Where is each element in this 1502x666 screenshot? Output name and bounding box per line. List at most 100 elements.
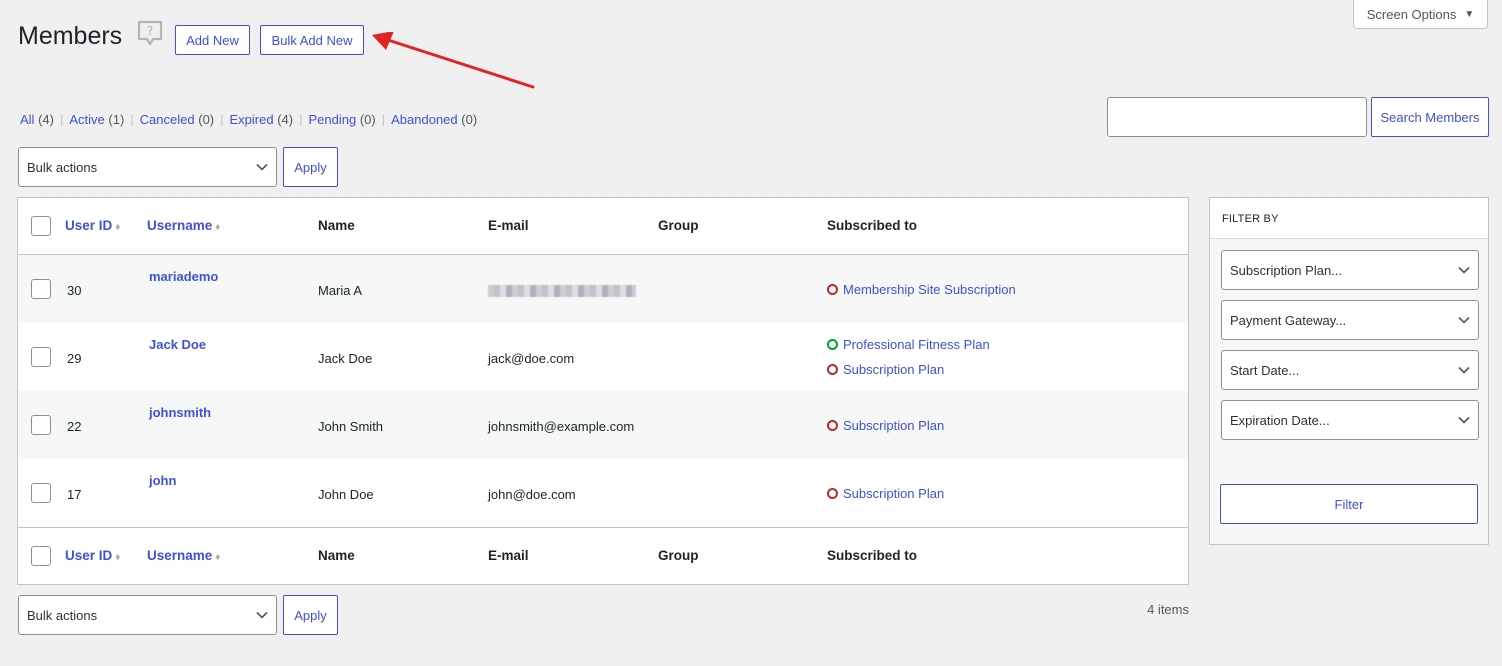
- view-link[interactable]: Abandoned: [391, 112, 458, 127]
- filter-select-start-date[interactable]: Start Date...: [1221, 350, 1479, 390]
- column-subscribed-to: Subscribed to: [827, 548, 918, 563]
- user-id: 22: [67, 419, 82, 434]
- status-expired-icon: [827, 364, 838, 375]
- search-input[interactable]: [1107, 97, 1367, 137]
- apply-button[interactable]: Apply: [283, 147, 338, 187]
- filter-select-value: Expiration Date...: [1230, 412, 1330, 428]
- filter-select-expiration-date[interactable]: Expiration Date...: [1221, 400, 1479, 440]
- row-checkbox[interactable]: [31, 483, 51, 503]
- user-id: 17: [67, 487, 82, 502]
- caret-down-icon: ▼: [1464, 8, 1475, 20]
- subscription-plan: Subscription Plan: [843, 418, 945, 433]
- annotation-arrow: [372, 32, 535, 89]
- status-views: All (4) | Active (1) | Canceled (0) | Expired …: [20, 112, 477, 127]
- view-link[interactable]: All: [20, 112, 34, 127]
- row-checkbox[interactable]: [31, 279, 51, 299]
- status-expired-icon: [827, 420, 838, 431]
- view-pending[interactable]: Pending (0): [309, 112, 376, 127]
- subscription-link[interactable]: Subscription Plan: [827, 362, 944, 377]
- column-user-id[interactable]: User ID ♦: [65, 218, 120, 233]
- subscription-plan: Subscription Plan: [843, 486, 945, 501]
- view-expired[interactable]: Expired (4): [230, 112, 294, 127]
- username-link[interactable]: john: [149, 473, 176, 488]
- page-title: Members: [18, 22, 123, 50]
- sort-icon: ♦: [215, 552, 221, 563]
- column-group: Group: [658, 548, 699, 563]
- column-email: E-mail: [488, 548, 529, 563]
- bulk-actions-select-bottom[interactable]: Bulk actions: [18, 595, 277, 635]
- apply-button-bottom[interactable]: Apply: [283, 595, 338, 635]
- table-row: 22 johnsmith John Smith johnsmith@example.c…: [18, 391, 1188, 459]
- chevron-down-icon: [1458, 316, 1470, 324]
- view-abandoned[interactable]: Abandoned (0): [391, 112, 477, 127]
- view-active[interactable]: Active (1): [69, 112, 124, 127]
- filter-title: FILTER BY: [1210, 198, 1488, 239]
- column-user-id[interactable]: User ID ♦: [65, 548, 120, 563]
- view-count: (4): [277, 112, 294, 127]
- sort-icon: ♦: [115, 222, 121, 233]
- subscription-plan: Subscription Plan: [843, 362, 945, 377]
- column-name: Name: [318, 548, 355, 563]
- bulk-actions-select[interactable]: Bulk actions: [18, 147, 277, 187]
- subscription-link[interactable]: Subscription Plan: [827, 418, 944, 433]
- view-link[interactable]: Expired: [230, 112, 274, 127]
- table-row: 17 john John Doe john@doe.com Subscription …: [18, 459, 1188, 527]
- view-canceled[interactable]: Canceled (0): [140, 112, 214, 127]
- table-header: User ID ♦ Username ♦ Name E-mail Group Sub…: [18, 198, 1188, 255]
- subscription-plan: Membership Site Subscription: [843, 282, 1016, 297]
- sort-icon: ♦: [215, 222, 221, 233]
- column-username[interactable]: Username ♦: [147, 548, 220, 563]
- status-active-icon: [827, 339, 838, 350]
- filter-select-value: Payment Gateway...: [1230, 312, 1347, 328]
- row-checkbox[interactable]: [31, 347, 51, 367]
- svg-text:?: ?: [147, 24, 153, 38]
- username-link[interactable]: johnsmith: [149, 405, 211, 420]
- column-subscribed-to: Subscribed to: [827, 218, 918, 233]
- view-link[interactable]: Pending: [309, 112, 357, 127]
- subscription-plan: Professional Fitness Plan: [843, 337, 990, 352]
- screen-options-button[interactable]: Screen Options ▼: [1353, 0, 1488, 29]
- chevron-down-icon: [1458, 366, 1470, 374]
- view-count: (4): [38, 112, 54, 127]
- filter-select-value: Start Date...: [1230, 362, 1300, 378]
- column-username[interactable]: Username ♦: [147, 218, 220, 233]
- username-link[interactable]: mariademo: [149, 269, 218, 284]
- column-user-id-label: User ID: [65, 218, 113, 233]
- help-icon[interactable]: ?: [137, 20, 163, 48]
- select-all-checkbox[interactable]: [31, 216, 51, 236]
- row-checkbox[interactable]: [31, 415, 51, 435]
- view-separator: |: [220, 112, 224, 127]
- subscription-link[interactable]: Subscription Plan: [827, 486, 944, 501]
- user-id: 30: [67, 283, 82, 298]
- view-link[interactable]: Active: [69, 112, 104, 127]
- status-expired-icon: [827, 488, 838, 499]
- bulk-actions-value: Bulk actions: [27, 159, 98, 175]
- filter-select-subscription-plan[interactable]: Subscription Plan...: [1221, 250, 1479, 290]
- search-members-button[interactable]: Search Members: [1371, 97, 1489, 137]
- column-email: E-mail: [488, 218, 529, 233]
- column-username-label: Username: [147, 218, 213, 233]
- view-separator: |: [130, 112, 134, 127]
- select-all-checkbox[interactable]: [31, 546, 51, 566]
- table-row: 30 mariademo Maria A Membership Site Subsc…: [18, 255, 1188, 323]
- view-link[interactable]: Canceled: [140, 112, 195, 127]
- username-link[interactable]: Jack Doe: [149, 337, 206, 352]
- filter-button[interactable]: Filter: [1220, 484, 1478, 524]
- filter-select-payment-gateway[interactable]: Payment Gateway...: [1221, 300, 1479, 340]
- view-count: (0): [461, 112, 478, 127]
- chevron-down-icon: [256, 163, 268, 171]
- chevron-down-icon: [1458, 266, 1470, 274]
- add-new-button[interactable]: Add New: [175, 25, 250, 55]
- subscription-link[interactable]: Professional Fitness Plan: [827, 337, 990, 352]
- view-count: (0): [198, 112, 215, 127]
- bulk-add-new-button[interactable]: Bulk Add New: [260, 25, 364, 55]
- column-name: Name: [318, 218, 355, 233]
- view-separator: |: [381, 112, 386, 127]
- subscription-link[interactable]: Membership Site Subscription: [827, 282, 1016, 297]
- view-all[interactable]: All (4): [20, 112, 54, 127]
- filter-panel: FILTER BY Subscription Plan... Payment G…: [1209, 197, 1489, 545]
- view-separator: |: [299, 112, 303, 127]
- chevron-down-icon: [256, 611, 268, 619]
- bulk-actions-value: Bulk actions: [27, 607, 98, 623]
- member-email: johnsmith@example.com: [488, 419, 635, 434]
